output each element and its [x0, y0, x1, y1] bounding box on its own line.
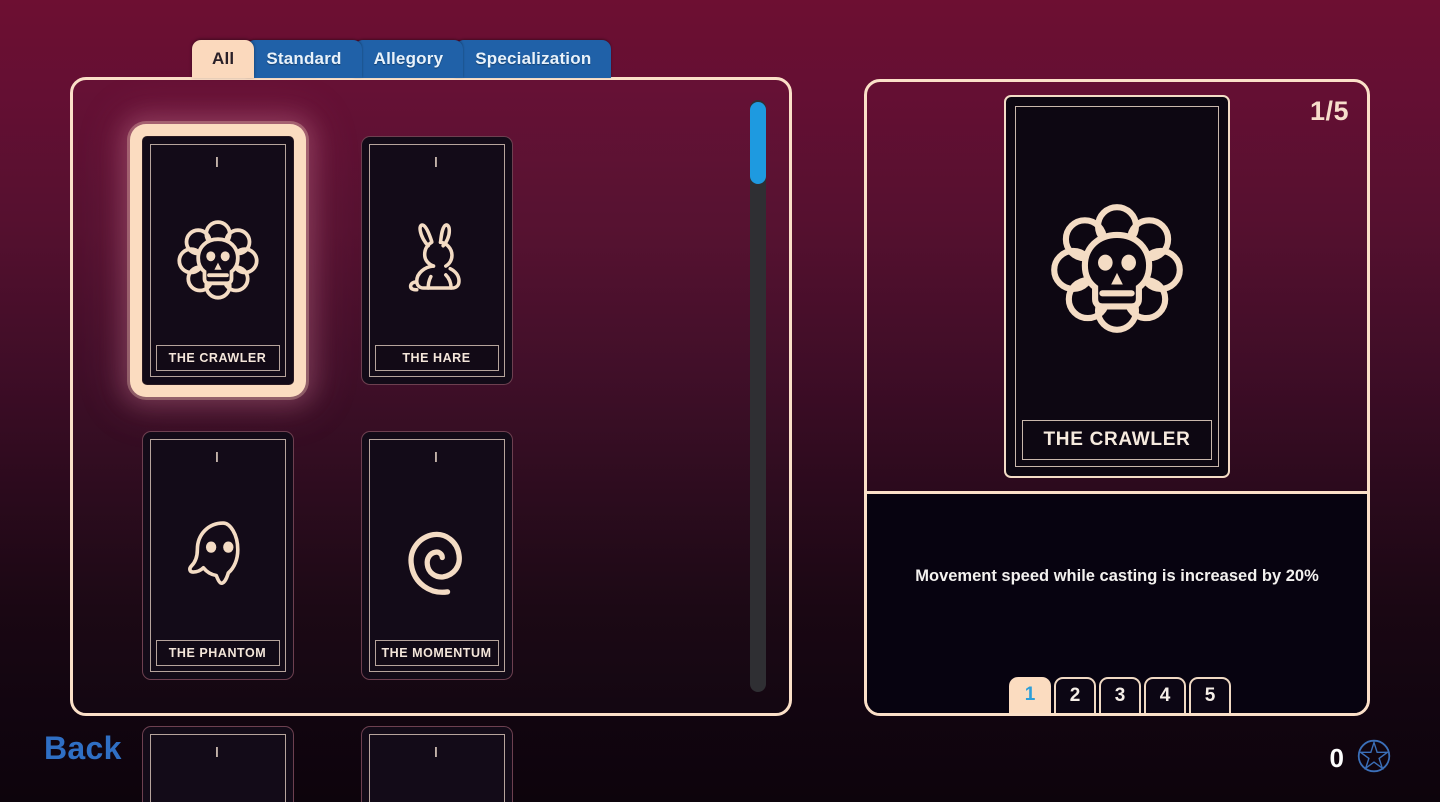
card-grid-scrollbar-thumb[interactable]: [750, 102, 766, 184]
card-face: I: [141, 136, 294, 385]
card-grid-panel: I THE CRAWLER I THE HARE I THE PHANTOM I…: [70, 77, 792, 802]
card-face: I THE MOMENTUM: [360, 431, 513, 680]
card-numeral: I: [214, 154, 221, 171]
level-tab-1[interactable]: 1: [1009, 677, 1051, 713]
pentacle-icon: [1356, 738, 1392, 779]
detail-card-name: THE CRAWLER: [1043, 429, 1191, 450]
spiral-icon: [375, 467, 499, 640]
card-the-crawler[interactable]: I THE CRAWLER: [129, 124, 306, 397]
card-description-box: Movement speed while casting is increase…: [867, 494, 1367, 713]
level-tab-3-label: 3: [1114, 685, 1126, 706]
card-inner-frame: I THE RADI: [368, 734, 505, 802]
tab-allegory-label: Allegory: [373, 49, 444, 68]
card-name: THE MOMENTUM: [381, 646, 492, 660]
card-detail-panel: 1/5 THE CRAWLER Movement speed while cas…: [864, 79, 1370, 716]
card-face: I THE RADI: [360, 726, 513, 802]
card-name-plate: THE CRAWLER: [155, 345, 280, 371]
level-tab-5[interactable]: 5: [1189, 677, 1231, 713]
card-inner-frame: I THE PHANTOM: [149, 439, 286, 672]
skull-flower-icon: [156, 172, 280, 345]
card-name-plate: THE PHANTOM: [155, 640, 280, 666]
card-inner-frame: I: [368, 144, 505, 377]
tab-all[interactable]: All: [192, 40, 255, 78]
card-the-radiation[interactable]: I THE RADI: [360, 726, 513, 802]
tab-allegory[interactable]: Allegory: [353, 40, 464, 78]
level-tab-4[interactable]: 4: [1144, 677, 1186, 713]
currency-display: 0: [1330, 738, 1392, 779]
level-tab-2-label: 2: [1069, 685, 1081, 706]
card-numeral: I: [214, 449, 221, 466]
tab-specialization-label: Specialization: [475, 49, 592, 68]
detail-card-inner-frame: THE CRAWLER: [1015, 106, 1219, 467]
card-grid: I THE CRAWLER I THE HARE I THE PHANTOM I…: [108, 113, 763, 802]
tab-specialization[interactable]: Specialization: [455, 40, 612, 78]
card-face: I THE PHANTOM: [141, 431, 294, 680]
level-tab-4-label: 4: [1159, 685, 1171, 706]
level-tabbar: 1 2 3 4 5: [867, 677, 1367, 713]
detail-card-name-plate: THE CRAWLER: [1022, 420, 1212, 460]
card-name-plate: THE HARE: [374, 345, 499, 371]
card-inner-frame: I THE MOMENTUM: [368, 439, 505, 672]
card-numeral: I: [433, 154, 440, 171]
card-face: I: [360, 136, 513, 385]
card-name: THE CRAWLER: [168, 351, 267, 365]
card-the-catwalk[interactable]: I THE CATWALK: [141, 726, 294, 802]
back-button-label: Back: [44, 730, 122, 766]
card-inner-frame: I THE CATWALK: [149, 734, 286, 802]
card-grid-scrollbar-track[interactable]: [750, 100, 766, 692]
radiation-icon: [375, 762, 499, 802]
card-description-text: Movement speed while casting is increase…: [915, 567, 1319, 585]
grid-cell: I: [327, 113, 546, 408]
card-face: I THE CATWALK: [141, 726, 294, 802]
level-tab-3[interactable]: 3: [1099, 677, 1141, 713]
tab-standard[interactable]: Standard: [246, 40, 362, 78]
grid-cell: I THE MOMENTUM: [327, 408, 546, 703]
card-inner-frame: I: [149, 144, 286, 377]
card-numeral: I: [433, 449, 440, 466]
back-button[interactable]: Back: [44, 730, 122, 767]
detail-card[interactable]: THE CRAWLER: [1004, 95, 1230, 478]
card-numeral: I: [433, 744, 440, 761]
card-name-plate: THE MOMENTUM: [374, 640, 499, 666]
card-name: THE PHANTOM: [168, 646, 267, 660]
grid-cell: I THE CATWALK: [108, 703, 327, 802]
level-tab-1-label: 1: [1024, 684, 1036, 705]
cat-eye-icon: [156, 762, 280, 802]
card-the-hare[interactable]: I THE HARE: [360, 136, 513, 385]
card-the-momentum[interactable]: I THE MOMENTUM: [360, 431, 513, 680]
skull-flower-icon: [1022, 113, 1212, 420]
category-tabbar: All Standard Allegory Specialization: [192, 40, 612, 78]
ghost-icon: [156, 467, 280, 640]
detail-card-area: THE CRAWLER: [867, 82, 1367, 491]
tarot-card-selection-screen: All Standard Allegory Specialization I T…: [0, 0, 1440, 802]
tab-all-label: All: [212, 49, 235, 68]
rabbit-icon: [375, 172, 499, 345]
card-name: THE HARE: [402, 351, 471, 365]
grid-cell: I: [108, 113, 327, 408]
level-tab-2[interactable]: 2: [1054, 677, 1096, 713]
currency-value: 0: [1329, 743, 1344, 773]
tab-standard-label: Standard: [266, 49, 342, 68]
level-tab-5-label: 5: [1204, 685, 1216, 706]
card-numeral: I: [214, 744, 221, 761]
grid-cell: I THE RADI: [327, 703, 546, 802]
grid-cell: I THE PHANTOM: [108, 408, 327, 703]
card-the-phantom[interactable]: I THE PHANTOM: [141, 431, 294, 680]
